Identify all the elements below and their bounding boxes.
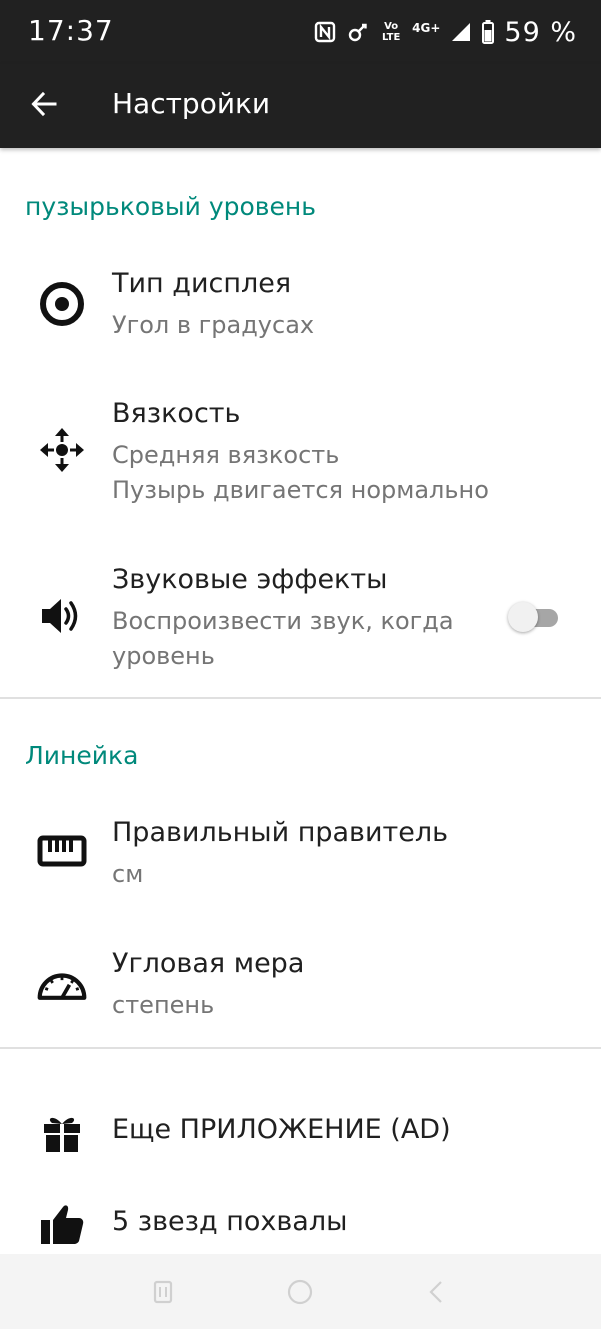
home-icon bbox=[285, 1277, 315, 1311]
section-header-level: пузырьковый уровень bbox=[25, 192, 316, 221]
pref-angle-unit[interactable]: Угловая мера степень bbox=[0, 948, 601, 1048]
arrow-left-icon bbox=[30, 90, 58, 122]
pref-title: Звуковые эффекты bbox=[112, 564, 388, 595]
pref-ruler-unit[interactable]: Правильный правитель см bbox=[0, 817, 601, 917]
pref-viscosity[interactable]: Вязкость Средняя вязкость Пузырь двигает… bbox=[0, 398, 601, 518]
speaker-icon bbox=[36, 590, 88, 642]
nfc-icon bbox=[314, 21, 336, 43]
page-title: Настройки bbox=[112, 87, 271, 120]
gift-icon bbox=[36, 1106, 88, 1158]
divider bbox=[0, 697, 601, 699]
pref-summary: Воспроизвести звук, когда уровень bbox=[112, 604, 492, 674]
protractor-icon bbox=[36, 956, 88, 1008]
pref-title: Тип дисплея bbox=[112, 268, 292, 299]
back-button[interactable] bbox=[22, 84, 66, 128]
recents-icon bbox=[148, 1277, 178, 1311]
pref-summary: Средняя вязкость Пузырь двигается нормал… bbox=[112, 438, 542, 508]
pref-summary: Угол в градусах bbox=[112, 311, 315, 339]
pref-rate-app[interactable]: 5 звезд похвалы bbox=[0, 1192, 601, 1256]
pref-summary: см bbox=[112, 860, 144, 888]
home-button[interactable] bbox=[280, 1274, 320, 1314]
pref-title: 5 звезд похвалы bbox=[112, 1206, 348, 1237]
pref-more-apps[interactable]: Еще ПРИЛОЖЕНИЕ (AD) bbox=[0, 1100, 601, 1164]
link-icon bbox=[346, 20, 370, 44]
sound-effects-switch[interactable] bbox=[508, 602, 560, 632]
section-header-ruler: Линейка bbox=[25, 741, 139, 770]
summary-line: уровень bbox=[112, 642, 215, 670]
volte-icon: Vo LTE bbox=[381, 21, 401, 43]
pref-title: Угловая мера bbox=[112, 948, 305, 979]
move-arrows-icon bbox=[36, 424, 88, 476]
network-type-label: 4G+ bbox=[412, 20, 441, 35]
ruler-icon bbox=[36, 825, 88, 877]
recents-button[interactable] bbox=[143, 1274, 183, 1314]
target-icon bbox=[36, 278, 88, 330]
pref-display-type[interactable]: Тип дисплея Угол в градусах bbox=[0, 268, 601, 368]
navigation-bar bbox=[0, 1254, 601, 1329]
status-bar: 17:37 Vo LTE 4G+ 59 % bbox=[0, 0, 601, 64]
thumbs-up-icon bbox=[36, 1198, 88, 1250]
switch-thumb bbox=[508, 602, 538, 632]
divider bbox=[0, 1047, 601, 1049]
signal-icon bbox=[450, 21, 472, 43]
pref-title: Вязкость bbox=[112, 398, 241, 429]
status-icons: Vo LTE 4G+ 59 % bbox=[314, 16, 577, 48]
back-icon bbox=[421, 1277, 451, 1311]
app-bar: Настройки bbox=[0, 64, 601, 148]
summary-line: Средняя вязкость bbox=[112, 441, 340, 469]
pref-title: Еще ПРИЛОЖЕНИЕ (AD) bbox=[112, 1114, 451, 1145]
battery-percent: 59 % bbox=[504, 16, 577, 48]
summary-line: Воспроизвести звук, когда bbox=[112, 607, 454, 635]
nav-back-button[interactable] bbox=[416, 1274, 456, 1314]
pref-title: Правильный правитель bbox=[112, 817, 449, 848]
status-time: 17:37 bbox=[28, 14, 114, 47]
battery-icon bbox=[482, 20, 495, 44]
pref-summary: степень bbox=[112, 991, 215, 1019]
summary-line: Пузырь двигается нормально bbox=[112, 476, 489, 504]
